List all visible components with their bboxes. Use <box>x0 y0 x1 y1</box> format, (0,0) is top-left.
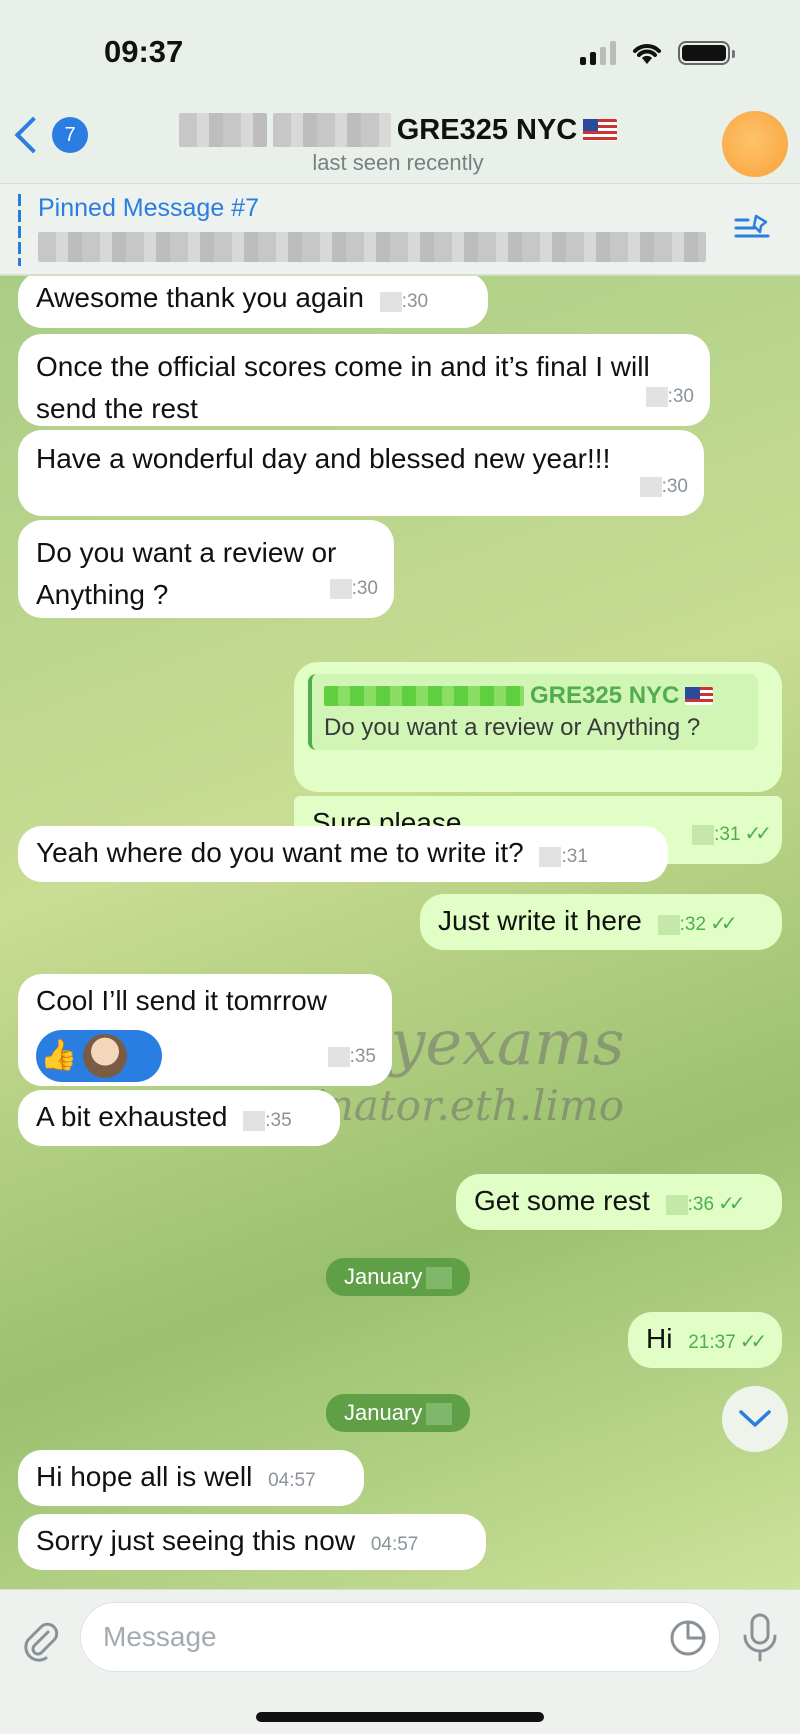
message-time: :30 <box>379 281 428 323</box>
us-flag-icon <box>583 119 618 141</box>
message-list[interactable]: @daisyexams examinator.eth.limo Awesome … <box>0 276 800 1589</box>
message-time: 04:57 <box>268 1470 316 1491</box>
back-button[interactable]: 7 <box>12 116 88 154</box>
chevron-down-icon <box>739 1410 771 1427</box>
message-composer <box>0 1589 800 1734</box>
home-indicator <box>256 1712 544 1722</box>
microphone-icon[interactable] <box>740 1612 780 1664</box>
message-time: :31 <box>539 836 588 878</box>
thumbs-up-icon: 👍 <box>40 1039 78 1072</box>
message-text: Once the official scores come in and it’… <box>36 351 650 424</box>
chevron-left-icon <box>14 116 52 154</box>
message-text: Just write it here <box>438 905 642 936</box>
reply-preview[interactable]: GRE325 NYC Do you want a review or Anyth… <box>308 674 758 750</box>
wifi-icon <box>633 44 661 64</box>
redacted-reply-author <box>324 686 524 706</box>
read-ticks-icon: ✓✓ <box>739 1331 767 1353</box>
message-time: :36 ✓✓ <box>665 1183 745 1226</box>
scroll-to-bottom-button[interactable] <box>722 1386 788 1452</box>
message-bubble-incoming[interactable]: Hi hope all is well 04:57 <box>18 1450 364 1506</box>
date-separator: January <box>326 1258 471 1296</box>
message-text: Hi <box>646 1323 673 1354</box>
status-bar: 09:37 <box>0 0 800 105</box>
message-time: 21:37 ✓✓ <box>688 1331 767 1353</box>
chat-title-area[interactable]: GRE325 NYC last seen recently <box>148 113 648 176</box>
contact-avatar[interactable] <box>722 111 788 177</box>
signal-icon <box>580 41 616 65</box>
read-ticks-icon: ✓✓ <box>718 1193 745 1215</box>
message-bubble-incoming[interactable]: Sorry just seeing this now 04:57 <box>18 1514 486 1570</box>
pinned-message-bar[interactable]: Pinned Message #7 <box>0 183 800 275</box>
sticker-icon[interactable] <box>668 1618 708 1658</box>
message-text: Sorry just seeing this now <box>36 1525 356 1556</box>
chat-subtitle: last seen recently <box>312 150 484 175</box>
message-text: A bit exhausted <box>36 1101 228 1132</box>
message-time: :30 <box>329 568 378 610</box>
message-time: :32 ✓✓ <box>657 903 737 946</box>
status-time: 09:37 <box>104 34 184 69</box>
message-time: :35 <box>327 1036 376 1078</box>
redacted-pinned-text <box>38 232 706 262</box>
message-text: Get some rest <box>474 1185 650 1216</box>
date-separator: January <box>326 1394 471 1432</box>
message-text: Hi hope all is well <box>36 1461 253 1492</box>
message-bubble-incoming[interactable]: Have a wonderful day and blessed new yea… <box>18 430 704 516</box>
reactor-avatar <box>83 1034 128 1078</box>
message-time: :30 <box>645 376 694 418</box>
message-text: Cool I’ll send it tomrrow <box>36 985 327 1016</box>
message-bubble-incoming[interactable]: Do you want a review or Anything ? :30 <box>18 520 394 618</box>
message-bubble-incoming[interactable]: Cool I’ll send it tomrrow 👍 :35 <box>18 974 392 1086</box>
message-bubble-incoming[interactable]: Once the official scores come in and it’… <box>18 334 710 426</box>
message-bubble-incoming[interactable]: Awesome thank you again :30 <box>18 276 488 328</box>
redacted-name <box>272 113 391 147</box>
unread-badge: 7 <box>52 117 88 153</box>
pinned-list-icon[interactable] <box>734 214 770 242</box>
redacted-name <box>178 113 267 147</box>
status-icons <box>580 40 735 66</box>
message-time: :31 ✓✓ <box>692 813 772 856</box>
pinned-indicator <box>18 194 21 266</box>
pinned-title: Pinned Message #7 <box>38 194 259 222</box>
read-ticks-icon: ✓✓ <box>744 823 771 845</box>
chat-header: 7 GRE325 NYC last seen recently <box>0 105 800 183</box>
battery-icon <box>678 41 735 65</box>
message-time: 04:57 <box>370 1534 419 1555</box>
reply-author: GRE325 NYC <box>530 682 680 709</box>
reply-text: Do you want a review or Anything ? <box>324 714 701 741</box>
message-bubble-outgoing[interactable]: Get some rest :36 ✓✓ <box>456 1174 782 1230</box>
us-flag-icon <box>685 687 714 705</box>
reaction-chip[interactable]: 👍 <box>36 1030 162 1082</box>
paperclip-icon[interactable] <box>18 1618 62 1662</box>
read-ticks-icon: ✓✓ <box>710 913 737 935</box>
chat-title: GRE325 NYC <box>396 113 578 146</box>
message-text: Have a wonderful day and blessed new yea… <box>36 443 611 474</box>
message-bubble-incoming[interactable]: Yeah where do you want me to write it? :… <box>18 826 668 882</box>
message-time: :30 <box>639 466 688 508</box>
message-bubble-outgoing[interactable]: Hi 21:37 ✓✓ <box>628 1312 782 1368</box>
message-bubble-outgoing[interactable]: GRE325 NYC Do you want a review or Anyth… <box>294 662 782 792</box>
message-text: Yeah where do you want me to write it? <box>36 837 524 868</box>
message-bubble-incoming[interactable]: A bit exhausted :35 <box>18 1090 340 1146</box>
message-text: Awesome thank you again <box>36 282 364 313</box>
message-time: :35 <box>243 1100 292 1142</box>
message-bubble-outgoing[interactable]: Just write it here :32 ✓✓ <box>420 894 782 950</box>
message-input[interactable] <box>80 1602 720 1672</box>
message-text: Do you want a review or Anything ? <box>36 537 337 610</box>
